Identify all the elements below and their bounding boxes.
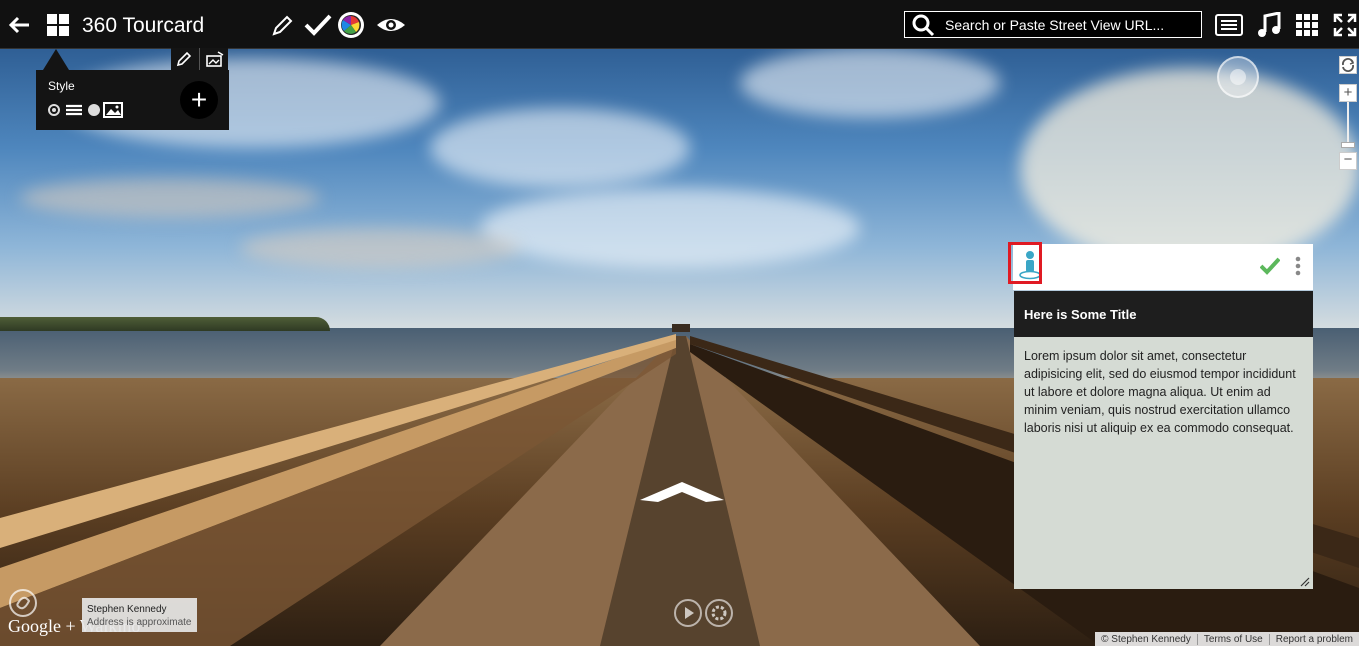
theme-color-button[interactable] bbox=[337, 11, 365, 39]
scene-list-button[interactable] bbox=[1215, 13, 1243, 37]
confirm-button[interactable] bbox=[304, 12, 332, 38]
zoom-slider-handle[interactable] bbox=[1341, 142, 1355, 148]
zoom-controls: + − bbox=[1339, 56, 1357, 170]
zoom-in-button[interactable]: + bbox=[1339, 84, 1357, 102]
eye-icon bbox=[377, 19, 405, 31]
music-icon bbox=[1258, 12, 1281, 37]
rotate-button[interactable] bbox=[1339, 56, 1357, 74]
play-button[interactable] bbox=[674, 599, 702, 627]
zoom-slider-track[interactable] bbox=[1347, 102, 1349, 144]
compass-control[interactable] bbox=[1217, 56, 1259, 98]
edit-hotspot-button[interactable] bbox=[176, 51, 192, 67]
resize-handle-icon[interactable] bbox=[1298, 575, 1310, 587]
pencil-icon bbox=[176, 51, 192, 67]
list-icon bbox=[66, 104, 82, 116]
hotspot-edit-tools bbox=[171, 48, 228, 70]
list-icon bbox=[1215, 14, 1243, 36]
style-label: Style bbox=[48, 79, 75, 93]
style-option-circle[interactable] bbox=[87, 103, 101, 117]
style-option-list[interactable] bbox=[65, 103, 83, 117]
pencil-icon bbox=[272, 15, 293, 36]
report-problem-link[interactable]: Report a problem bbox=[1268, 633, 1359, 645]
music-button[interactable] bbox=[1256, 11, 1282, 39]
info-card-body[interactable]: Lorem ipsum dolor sit amet, consectetur … bbox=[1014, 337, 1313, 589]
app-title: 360 Tourcard bbox=[82, 14, 205, 37]
search-icon bbox=[912, 14, 935, 36]
hotspot-image-button[interactable] bbox=[206, 51, 224, 67]
color-wheel-icon bbox=[338, 12, 364, 38]
selection-highlight bbox=[1008, 242, 1042, 284]
radio-icon bbox=[48, 104, 60, 116]
search-placeholder: Search or Paste Street View URL... bbox=[945, 16, 1165, 33]
style-popup: Style + bbox=[36, 70, 229, 130]
style-popup-pointer bbox=[43, 49, 69, 70]
apps-button[interactable] bbox=[1295, 13, 1319, 37]
back-button[interactable] bbox=[6, 12, 32, 38]
check-icon bbox=[304, 14, 332, 36]
info-card-header bbox=[1013, 244, 1313, 290]
preview-button[interactable] bbox=[375, 13, 407, 37]
apps-grid-icon bbox=[1296, 14, 1318, 36]
rotate-icon bbox=[1342, 58, 1355, 72]
copyright-text: © Stephen Kennedy bbox=[1101, 633, 1191, 645]
settings-button[interactable] bbox=[705, 599, 733, 627]
menu-grid-button[interactable] bbox=[46, 13, 70, 37]
fullscreen-icon bbox=[1333, 13, 1357, 37]
info-card-title[interactable]: Here is Some Title bbox=[1014, 291, 1313, 337]
style-option-image[interactable] bbox=[103, 101, 123, 119]
map-footer: © Stephen Kennedy Terms of Use Report a … bbox=[1095, 632, 1359, 646]
add-hotspot-button[interactable]: + bbox=[180, 81, 218, 119]
check-icon bbox=[1260, 257, 1280, 275]
circle-icon bbox=[88, 104, 100, 116]
edit-button[interactable] bbox=[269, 13, 295, 39]
fullscreen-button[interactable] bbox=[1333, 13, 1357, 37]
zoom-out-button[interactable]: − bbox=[1339, 152, 1357, 170]
style-option-dot[interactable] bbox=[47, 103, 61, 117]
image-icon bbox=[103, 102, 123, 118]
navigate-forward-arrow[interactable] bbox=[640, 482, 724, 504]
play-icon bbox=[685, 607, 694, 619]
more-vert-icon bbox=[1295, 256, 1301, 276]
walkino-logo-icon bbox=[9, 589, 37, 617]
grid-icon bbox=[47, 14, 69, 36]
settings-icon bbox=[711, 605, 727, 621]
card-menu-button[interactable] bbox=[1295, 256, 1301, 276]
image-edit-icon bbox=[206, 51, 224, 67]
top-toolbar: 360 Tourcard Search or Paste Street View… bbox=[0, 0, 1359, 49]
back-arrow-icon bbox=[8, 16, 29, 34]
address-note: Address is approximate bbox=[87, 617, 192, 628]
terms-link[interactable]: Terms of Use bbox=[1196, 633, 1269, 645]
photographer-name: Stephen Kennedy bbox=[87, 604, 167, 615]
confirm-card-button[interactable] bbox=[1260, 257, 1280, 275]
photographer-badge[interactable]: Stephen Kennedy Address is approximate bbox=[82, 598, 197, 632]
street-view-search-input[interactable]: Search or Paste Street View URL... bbox=[904, 11, 1202, 38]
plus-icon: + bbox=[190, 84, 208, 115]
compass-icon bbox=[1230, 69, 1246, 85]
